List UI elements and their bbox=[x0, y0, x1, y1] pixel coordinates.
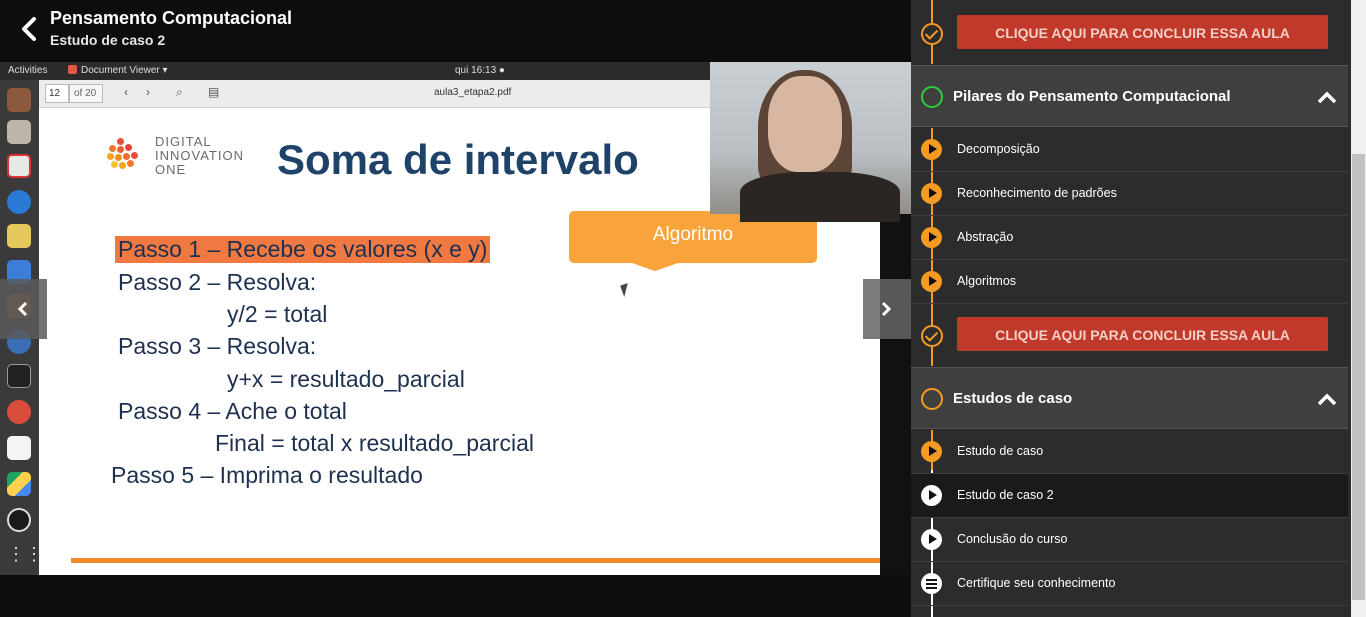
completed-check-icon bbox=[921, 23, 943, 45]
back-arrow-icon[interactable] bbox=[16, 14, 42, 44]
play-icon bbox=[921, 529, 942, 550]
lesson-label: Estudo de caso bbox=[957, 444, 1044, 458]
webcam-overlay bbox=[710, 62, 911, 222]
lesson-item[interactable]: Abstração bbox=[911, 216, 1348, 260]
lesson-label: Algoritmos bbox=[957, 274, 1017, 288]
pdf-toolbar: 12 of 20 ‹ › ⌕ ▤ aula3_etapa2.pdf bbox=[39, 80, 710, 108]
scrollbar-thumb[interactable] bbox=[1352, 154, 1365, 600]
step-5: Passo 5 – Imprima o resultado bbox=[111, 462, 423, 488]
section-complete-check-icon bbox=[921, 86, 943, 108]
settings-icon bbox=[7, 400, 31, 424]
section-title: Pilares do Pensamento Computacional bbox=[953, 88, 1231, 105]
video-player[interactable]: Activities Document Viewer ▾ qui 16:13 ●… bbox=[0, 62, 911, 575]
next-lesson-button[interactable] bbox=[863, 279, 911, 339]
play-icon bbox=[921, 485, 942, 506]
play-icon bbox=[921, 183, 942, 204]
slide-title: Soma de intervalo bbox=[277, 136, 639, 183]
section-estudos-de-caso[interactable]: Estudos de caso bbox=[911, 367, 1348, 429]
pdf-filename: aula3_etapa2.pdf bbox=[434, 87, 512, 98]
section-title: Estudos de caso bbox=[953, 390, 1073, 407]
document-viewer-dock-icon bbox=[7, 154, 31, 178]
slide-footer-line bbox=[71, 558, 880, 563]
play-icon bbox=[921, 227, 942, 248]
step-4-formula: Final = total x resultado_parcial bbox=[215, 430, 534, 456]
drive-icon bbox=[7, 472, 31, 496]
lesson-label: Abstração bbox=[957, 230, 1014, 244]
presenter-body bbox=[740, 172, 900, 222]
document-viewer-label: Document Viewer ▾ bbox=[81, 65, 168, 76]
play-icon bbox=[921, 271, 942, 292]
lesson-item[interactable]: Estudo de caso bbox=[911, 430, 1348, 474]
lesson-item[interactable]: Conclusão do curso bbox=[911, 518, 1348, 562]
chevron-up-icon[interactable] bbox=[1316, 392, 1338, 406]
archive-icon bbox=[7, 120, 31, 144]
lesson-label: Certifique seu conhecimento bbox=[957, 576, 1116, 590]
complete-row-1: CLIQUE AQUI PARA CONCLUIR ESSA AULA bbox=[911, 0, 1348, 50]
lesson-item[interactable]: Certifique seu conhecimento bbox=[911, 562, 1348, 606]
quiz-list-icon bbox=[921, 573, 942, 594]
lesson-item[interactable]: Algoritmos bbox=[911, 260, 1348, 304]
apps-grid-icon: ⋮⋮ bbox=[7, 544, 43, 564]
player-bottom-area bbox=[0, 575, 911, 617]
text-editor-icon bbox=[7, 436, 31, 460]
thunderbird-icon bbox=[7, 190, 31, 214]
step-1: Passo 1 – Recebe os valores (x e y) bbox=[115, 236, 491, 263]
files-icon bbox=[7, 88, 31, 112]
chevron-left-icon bbox=[17, 301, 28, 317]
lesson-item[interactable]: Decomposição bbox=[911, 128, 1348, 172]
prev-page-icon: ‹ bbox=[124, 85, 128, 99]
page-count: of 20 bbox=[69, 84, 103, 103]
document-viewer-icon bbox=[68, 65, 77, 74]
step-3-formula: y+x = resultado_parcial bbox=[227, 366, 465, 392]
course-title: Pensamento Computacional bbox=[50, 8, 293, 28]
annotations-icon: ▤ bbox=[208, 85, 220, 99]
complete-row-2: CLIQUE AQUI PARA CONCLUIR ESSA AULA bbox=[911, 302, 1348, 352]
step-3: Passo 3 – Resolva: bbox=[118, 333, 317, 359]
step-4: Passo 4 – Ache o total bbox=[118, 398, 347, 424]
logo-text: DIGITAL INNOVATION ONE bbox=[155, 134, 244, 177]
lesson-sidebar: CLIQUE AQUI PARA CONCLUIR ESSA AULA Pila… bbox=[911, 0, 1351, 617]
dio-logo-icon bbox=[107, 138, 141, 172]
lesson-item-current[interactable]: Estudo de caso 2 bbox=[911, 474, 1348, 518]
desktop-clock: qui 16:13 ● bbox=[455, 65, 505, 76]
next-page-icon: › bbox=[146, 85, 150, 99]
lesson-label: Estudo de caso 2 bbox=[957, 488, 1054, 502]
chevron-up-icon[interactable] bbox=[1316, 90, 1338, 104]
callout-tip bbox=[629, 262, 681, 271]
search-icon: ⌕ bbox=[176, 85, 183, 99]
lesson-label: Conclusão do curso bbox=[957, 532, 1068, 546]
document-viewer-menu: Document Viewer ▾ bbox=[68, 65, 168, 76]
top-bar: Pensamento Computacional Estudo de caso … bbox=[0, 0, 911, 62]
play-icon bbox=[921, 139, 942, 160]
activities-label: Activities bbox=[8, 65, 48, 76]
completed-check-icon bbox=[921, 325, 943, 347]
rhythmbox-icon bbox=[7, 224, 31, 248]
step-2-formula: y/2 = total bbox=[227, 301, 328, 327]
previous-lesson-button[interactable] bbox=[0, 279, 47, 339]
chevron-right-icon bbox=[881, 301, 892, 317]
complete-lesson-button[interactable]: CLIQUE AQUI PARA CONCLUIR ESSA AULA bbox=[957, 15, 1328, 49]
section-pilares[interactable]: Pilares do Pensamento Computacional bbox=[911, 65, 1348, 127]
lesson-item[interactable]: Reconhecimento de padrões bbox=[911, 172, 1348, 216]
section-check-icon bbox=[921, 388, 943, 410]
lesson-label: Reconhecimento de padrões bbox=[957, 186, 1117, 200]
play-icon bbox=[921, 441, 942, 462]
step-2: Passo 2 – Resolva: bbox=[118, 269, 317, 295]
lesson-title: Estudo de caso 2 bbox=[50, 32, 166, 48]
lesson-label: Decomposição bbox=[957, 142, 1040, 156]
page-number-field: 12 bbox=[45, 84, 69, 103]
obs-icon bbox=[7, 508, 31, 532]
complete-lesson-button[interactable]: CLIQUE AQUI PARA CONCLUIR ESSA AULA bbox=[957, 317, 1328, 351]
terminal-icon bbox=[7, 364, 31, 388]
presenter-face bbox=[768, 76, 842, 172]
